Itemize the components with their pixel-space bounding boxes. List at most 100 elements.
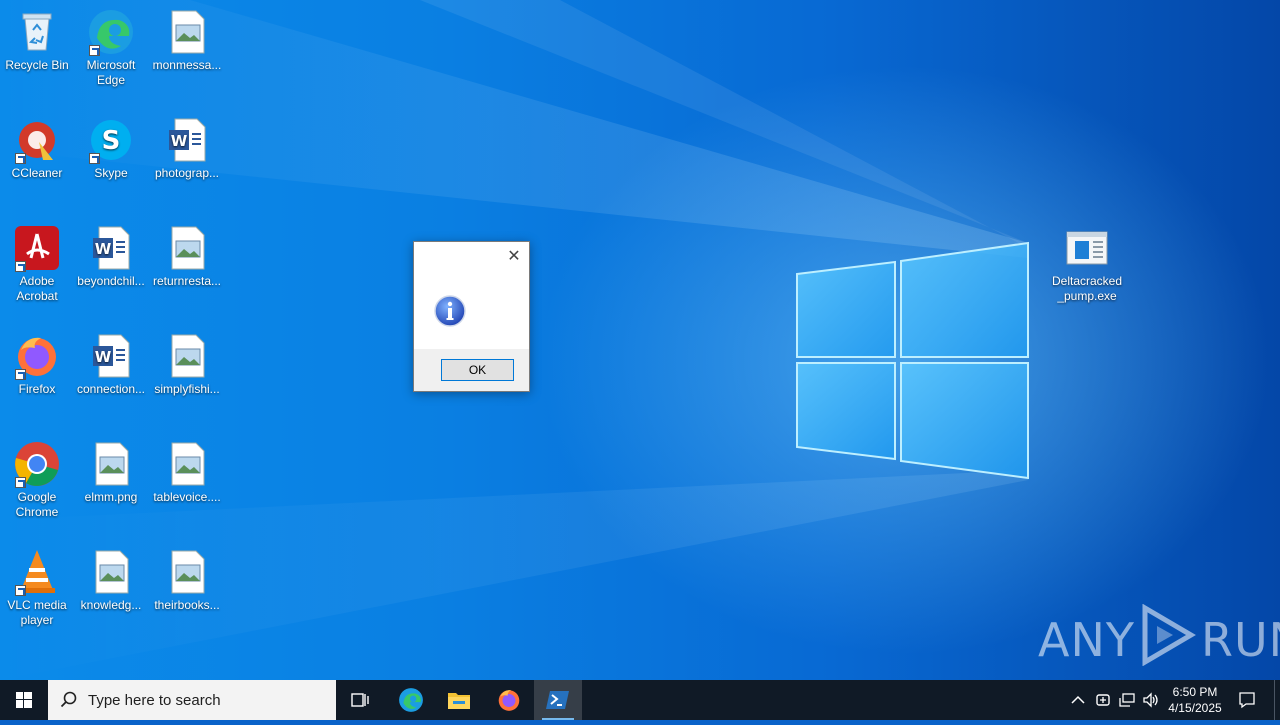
task-view-button[interactable] (336, 680, 384, 720)
shortcut-arrow-icon (15, 585, 26, 596)
word-doc-icon: W (87, 332, 135, 380)
desktop-icon-adobe-acrobat[interactable]: Adobe Acrobat (0, 224, 74, 304)
clock-date: 4/15/2025 (1168, 701, 1222, 715)
acrobat-icon (13, 224, 61, 272)
volume-icon (1143, 692, 1158, 708)
powershell-icon (546, 691, 569, 709)
task-view-icon (351, 693, 369, 707)
shortcut-arrow-icon (89, 153, 100, 164)
desktop-icon-label: Firefox (18, 382, 56, 396)
desktop-icon-label: theirbooks... (154, 598, 220, 612)
desktop-icon-tablevoice[interactable]: tablevoice.... (150, 440, 224, 505)
watermark-text-right: RUN (1200, 613, 1280, 667)
image-file-icon (87, 548, 135, 596)
taskbar-firefox-button[interactable] (485, 680, 533, 720)
search-placeholder: Type here to search (88, 691, 221, 709)
start-button[interactable] (0, 680, 48, 720)
desktop-icon-label: Deltacracked _pump.exe (1051, 274, 1123, 303)
svg-text:W: W (171, 132, 188, 150)
action-center-button[interactable] (1230, 680, 1264, 720)
taskbar-powershell-button[interactable] (534, 680, 582, 720)
desktop-icon-label: CCleaner (11, 166, 63, 180)
chrome-icon (13, 440, 61, 488)
shortcut-arrow-icon (15, 369, 26, 380)
dialog-footer: OK (414, 349, 529, 391)
desktop-icon-label: knowledg... (80, 598, 142, 612)
recycle-bin-icon (13, 8, 61, 56)
notification-icon (1239, 692, 1255, 709)
desktop-icon-simplyfishi[interactable]: simplyfishi... (150, 332, 224, 397)
file-explorer-icon (448, 693, 470, 709)
taskbar-search-box[interactable]: Type here to search (48, 680, 336, 720)
shortcut-arrow-icon (89, 45, 100, 56)
edge-icon (87, 8, 135, 56)
svg-text:W: W (95, 240, 112, 258)
exe-file-icon (1063, 224, 1111, 272)
desktop-icon-label: Google Chrome (15, 490, 59, 519)
search-icon (60, 691, 77, 708)
skype-icon: S (87, 116, 135, 164)
desktop-icon-returnresta[interactable]: returnresta... (150, 224, 224, 289)
show-desktop-button[interactable] (1274, 680, 1280, 720)
firefox-icon (13, 332, 61, 380)
desktop-icon-skype[interactable]: S Skype (74, 116, 148, 181)
ok-button[interactable]: OK (441, 359, 514, 381)
watermark-text-left: ANY (1038, 613, 1135, 667)
desktop-icon-label: monmessa... (152, 58, 222, 72)
play-logo-icon (1139, 603, 1197, 677)
desktop-icon-connection[interactable]: W connection... (74, 332, 148, 397)
information-icon (434, 295, 466, 327)
desktop-icon-label: returnresta... (152, 274, 222, 288)
desktop-icon-beyondchil[interactable]: W beyondchil... (74, 224, 148, 289)
desktop-icon-google-chrome[interactable]: Google Chrome (0, 440, 74, 520)
taskbar-edge-button[interactable] (387, 680, 435, 720)
shortcut-arrow-icon (15, 477, 26, 488)
desktop-icon-label: elmm.png (84, 490, 138, 504)
ccleaner-icon (13, 116, 61, 164)
word-doc-icon: W (163, 116, 211, 164)
tray-network-button[interactable] (1116, 680, 1138, 720)
firefox-icon (498, 690, 520, 711)
svg-text:W: W (95, 348, 112, 366)
desktop-icon-monmessa[interactable]: monmessa... (150, 8, 224, 73)
desktop-icon-ccleaner[interactable]: CCleaner (0, 116, 74, 181)
word-doc-icon: W (87, 224, 135, 272)
chevron-up-icon (1071, 695, 1085, 704)
close-icon[interactable]: ✕ (505, 248, 523, 266)
desktop-icon-knowledg[interactable]: knowledg... (74, 548, 148, 613)
edge-icon (399, 688, 423, 712)
desktop-icon-label: connection... (76, 382, 146, 396)
image-file-icon (87, 440, 135, 488)
tray-volume-button[interactable] (1140, 680, 1162, 720)
desktop-icon-label: Skype (94, 166, 128, 180)
desktop-icon-label: VLC media player (7, 598, 67, 627)
show-hidden-icons-button[interactable] (1068, 680, 1088, 720)
taskbar: Type here to search 6:50 PM 4/15/2025 (0, 680, 1280, 720)
desktop-icon-label: photograp... (154, 166, 220, 180)
taskbar-file-explorer-button[interactable] (435, 680, 483, 720)
anyrun-watermark: ANY RUN (1038, 603, 1280, 672)
tray-device-button[interactable] (1092, 680, 1114, 720)
taskbar-clock[interactable]: 6:50 PM 4/15/2025 (1162, 684, 1228, 716)
desktop-icon-photograp[interactable]: W photograp... (150, 116, 224, 181)
desktop-icon-label: simplyfishi... (154, 382, 220, 396)
desktop-icon-label: beyondchil... (77, 274, 145, 288)
network-icon (1119, 693, 1135, 707)
desktop-icon-label: Microsoft Edge (86, 58, 136, 87)
desktop-icon-theirbooks[interactable]: theirbooks... (150, 548, 224, 613)
desktop-icon-elmm[interactable]: elmm.png (74, 440, 148, 505)
image-file-icon (163, 8, 211, 56)
desktop-icon-firefox[interactable]: Firefox (0, 332, 74, 397)
image-file-icon (163, 332, 211, 380)
desktop-icon-label: tablevoice.... (153, 490, 221, 504)
svg-text:S: S (102, 126, 121, 156)
vlc-icon (13, 548, 61, 596)
image-file-icon (163, 224, 211, 272)
desktop-icon-microsoft-edge[interactable]: Microsoft Edge (74, 8, 148, 88)
shortcut-arrow-icon (15, 261, 26, 272)
clock-time: 6:50 PM (1172, 685, 1218, 699)
desktop-icon-label: Recycle Bin (5, 58, 69, 72)
desktop-icon-recycle-bin[interactable]: Recycle Bin (0, 8, 74, 73)
desktop-icon-deltacracked-pump[interactable]: Deltacracked _pump.exe (1050, 224, 1124, 304)
desktop-icon-vlc[interactable]: VLC media player (0, 548, 74, 628)
